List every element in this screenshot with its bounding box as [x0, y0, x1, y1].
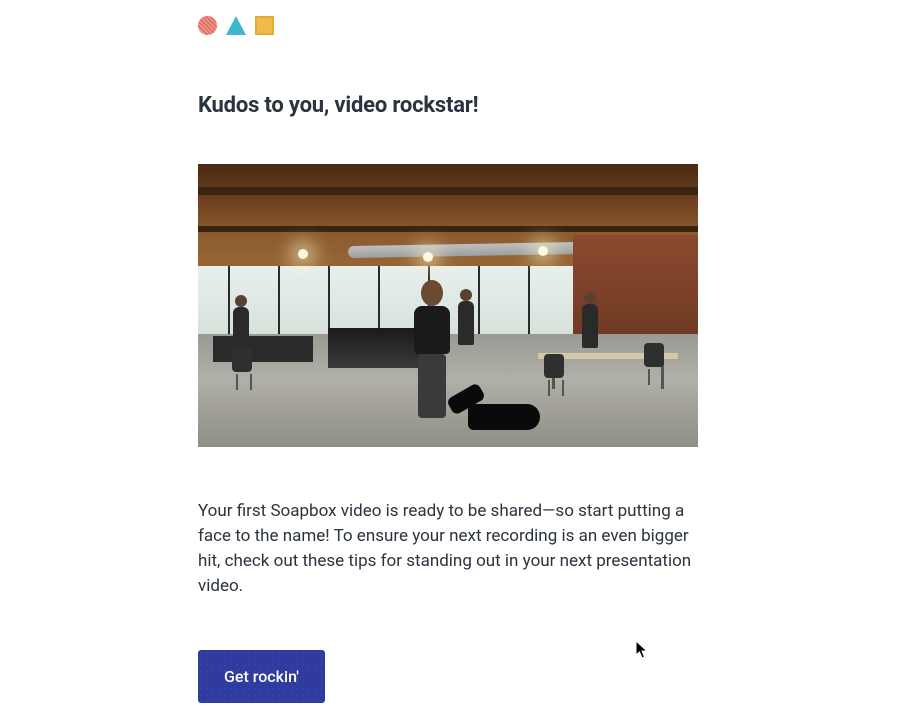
logo-circle-icon — [198, 16, 217, 35]
get-rockin-button[interactable]: Get rockin' — [198, 650, 325, 703]
logo-square-icon — [255, 16, 274, 35]
guitar-case-icon — [448, 390, 542, 430]
page-title: Kudos to you, video rockstar! — [198, 93, 698, 118]
body-paragraph: Your first Soapbox video is ready to be … — [198, 499, 698, 600]
email-content: Kudos to you, video rockstar! — [198, 0, 698, 703]
hero-image — [198, 164, 698, 447]
logo-triangle-icon — [226, 16, 246, 35]
brand-logo — [198, 16, 698, 35]
